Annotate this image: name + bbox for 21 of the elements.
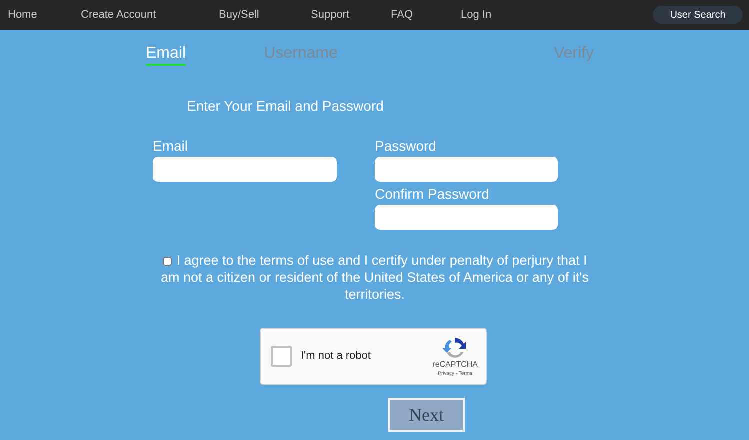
nav-link[interactable]: Log In (461, 6, 521, 24)
email-field[interactable] (153, 157, 337, 182)
user-search-button[interactable]: User Search (653, 6, 743, 24)
nav-link[interactable]: Buy/Sell (219, 6, 311, 24)
terms-agreement-text: I agree to the terms of use and I certify under penalty of perjury that I am not a citizen or resident of the United States of America or any of it's territories. (160, 252, 590, 303)
field-label: Confirm Password (375, 186, 490, 202)
form-heading: Enter Your Email and Password (187, 97, 385, 116)
next-button[interactable]: Next (388, 398, 465, 432)
recycle-arrows-icon (443, 336, 468, 360)
captcha-brand: reCAPTCHA (432, 360, 478, 370)
captcha-label: I'm not a robot (301, 349, 371, 364)
captcha-checkbox[interactable] (271, 346, 292, 367)
field-label: Password (375, 138, 438, 154)
nav-link[interactable]: Home (0, 6, 81, 24)
nav-link[interactable]: Support (311, 6, 391, 24)
nav-link[interactable]: Create Account (81, 6, 219, 24)
confirm-password-field[interactable] (375, 205, 558, 230)
nav-link[interactable]: FAQ (391, 6, 461, 24)
password-field[interactable] (375, 157, 558, 182)
terms-checkbox[interactable] (162, 256, 172, 266)
field-label: Email (153, 138, 190, 154)
